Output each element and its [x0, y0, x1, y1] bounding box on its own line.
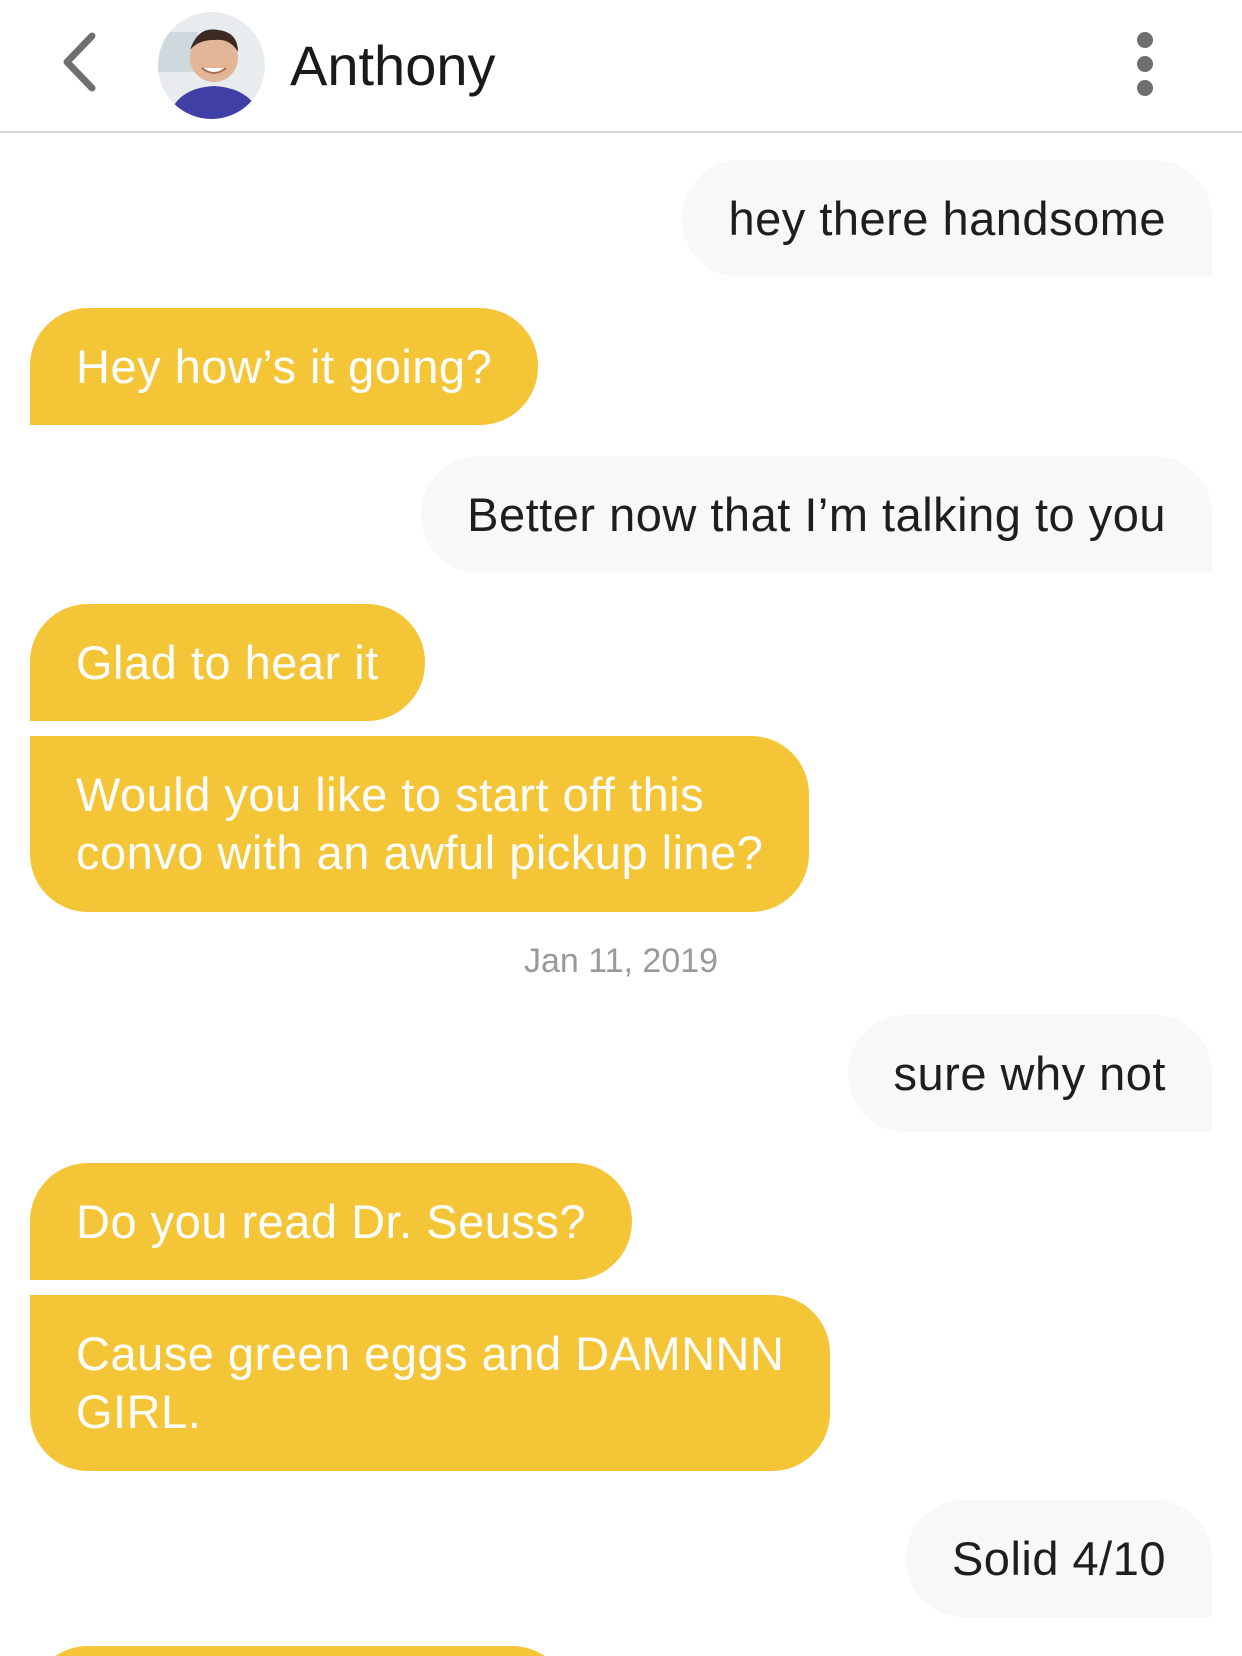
- message-received[interactable]: Cause green eggs and DAMNNN GIRL.: [30, 1295, 831, 1471]
- avatar[interactable]: [158, 12, 265, 119]
- message-received[interactable]: Glad to hear it: [30, 604, 425, 721]
- message-received-partial[interactable]: [30, 1646, 570, 1656]
- chevron-left-icon: [59, 30, 99, 99]
- date-stamp: Jan 11, 2019: [523, 942, 719, 980]
- message-received[interactable]: Would you like to start off this convo w…: [30, 736, 810, 912]
- message-sent[interactable]: Better now that I’m talking to you: [421, 456, 1212, 573]
- message-sent[interactable]: Solid 4/10: [905, 1500, 1212, 1617]
- message-received[interactable]: Hey how’s it going?: [30, 308, 539, 425]
- chat-screen: Anthony hey there handsome Hey how’s it …: [0, 0, 1242, 1656]
- back-button[interactable]: [44, 24, 114, 104]
- vertical-ellipsis-icon: [1135, 31, 1155, 101]
- chat-header: Anthony: [0, 0, 1242, 133]
- message-received[interactable]: Do you read Dr. Seuss?: [30, 1163, 632, 1280]
- more-options-button[interactable]: [1120, 28, 1170, 104]
- message-sent[interactable]: sure why not: [847, 1015, 1212, 1132]
- message-sent[interactable]: hey there handsome: [682, 160, 1212, 277]
- contact-name[interactable]: Anthony: [290, 34, 496, 98]
